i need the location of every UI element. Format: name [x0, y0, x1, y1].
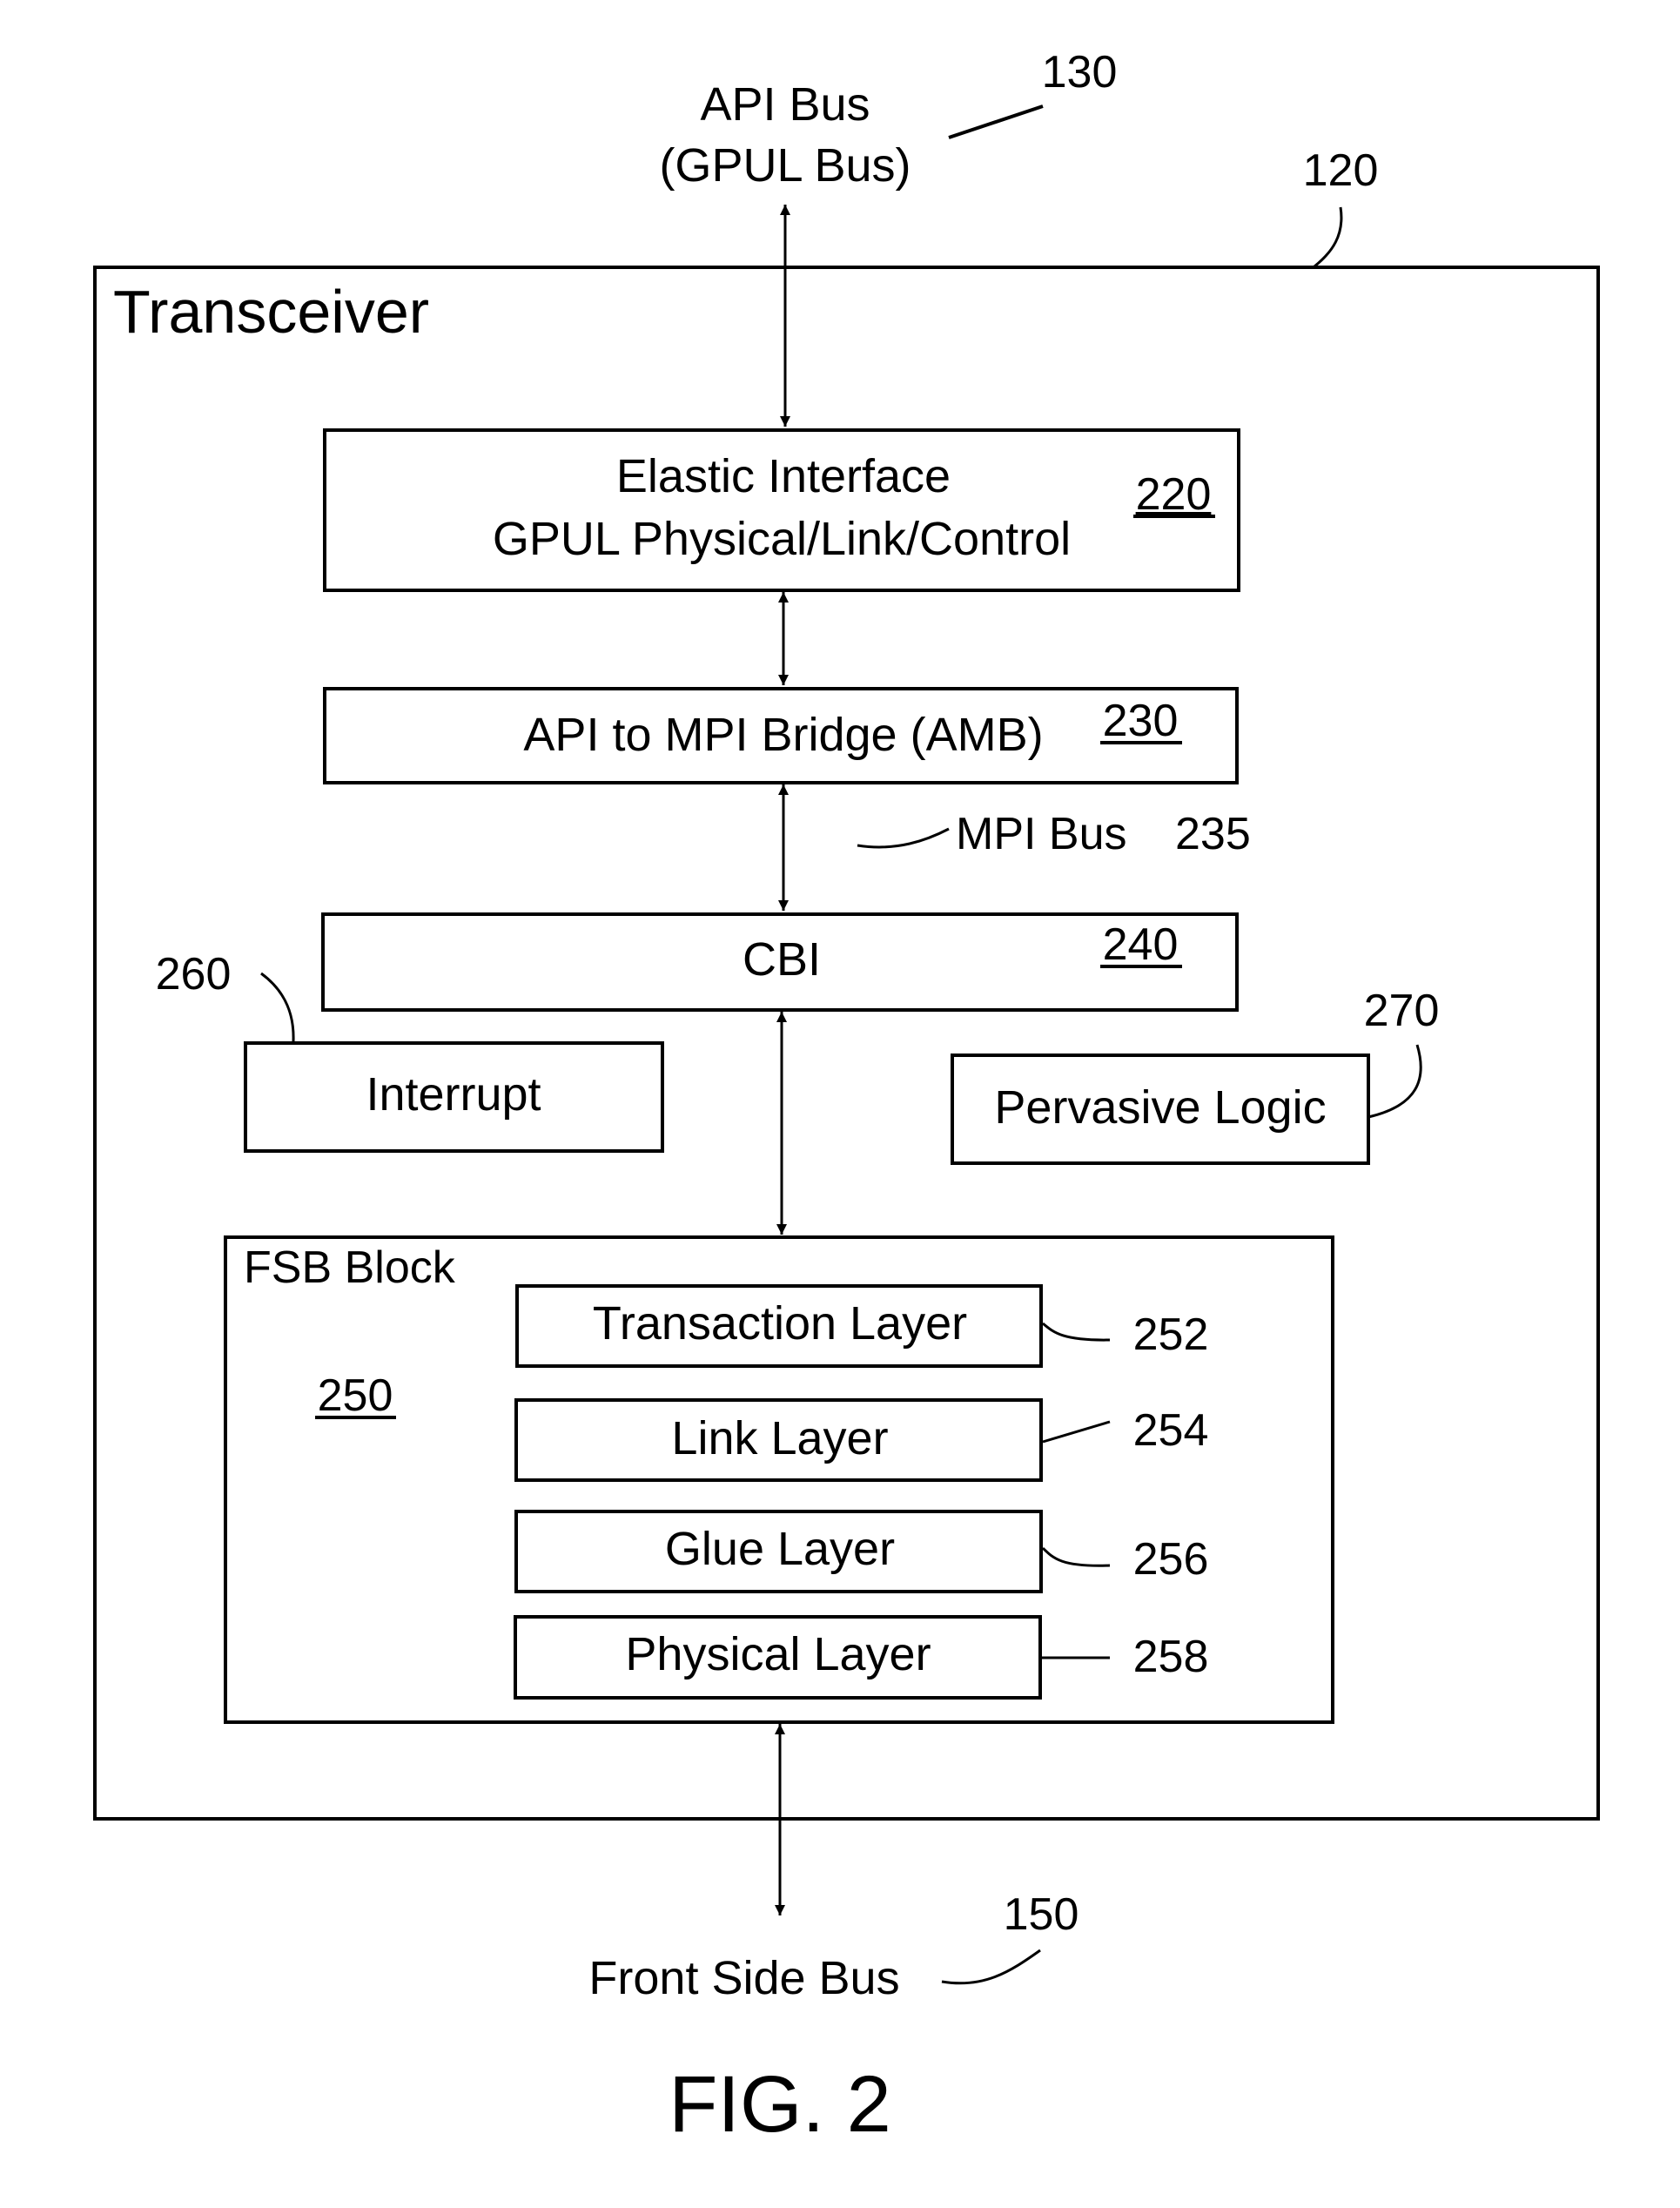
elastic-interface-line2: GPUL Physical/Link/Control [493, 513, 1071, 565]
ref-235: 235 [1175, 809, 1251, 859]
link-layer-label: Link Layer [671, 1412, 888, 1464]
amb-label: API to MPI Bridge (AMB) [523, 709, 1043, 761]
leader-130 [948, 104, 1044, 139]
ref-270: 270 [1364, 986, 1440, 1036]
interrupt-label: Interrupt [366, 1068, 541, 1121]
front-side-bus-label: Front Side Bus [588, 1952, 899, 2004]
ref-260: 260 [156, 949, 232, 1000]
leader-260 [260, 972, 295, 1042]
cbi-label: CBI [743, 933, 821, 986]
ref-250: 250 [318, 1370, 393, 1421]
elastic-interface-line1: Elastic Interface [616, 450, 951, 502]
ref-256: 256 [1133, 1534, 1209, 1585]
ref-254: 254 [1133, 1405, 1209, 1456]
transceiver-title: Transceiver [113, 278, 429, 346]
physical-layer-label: Physical Layer [625, 1628, 931, 1680]
api-bus-label: API Bus (GPUL Bus) [659, 78, 911, 192]
glue-layer-label: Glue Layer [665, 1523, 895, 1575]
leader-150 [941, 1949, 1041, 1985]
ref-150: 150 [1004, 1889, 1079, 1940]
ref-120: 120 [1303, 145, 1379, 196]
ref-252: 252 [1133, 1309, 1209, 1360]
ref-240: 240 [1103, 919, 1179, 970]
leader-270 [1368, 1044, 1422, 1119]
leader-120 [1314, 206, 1343, 268]
pervasive-logic-label: Pervasive Logic [994, 1081, 1326, 1134]
diagram-canvas: API Bus (GPUL Bus) 130 120 Transceiver E… [93, 47, 1600, 2149]
transaction-layer-label: Transaction Layer [593, 1297, 967, 1350]
fsb-block-title: FSB Block [244, 1242, 456, 1293]
figure-caption: FIG. 2 [669, 2060, 891, 2149]
ref-230: 230 [1103, 696, 1179, 746]
leader-235 [857, 827, 950, 849]
ref-130: 130 [1042, 47, 1118, 98]
api-bus-line2: (GPUL Bus) [659, 139, 911, 192]
mpi-bus-label: MPI Bus [956, 809, 1127, 859]
api-bus-line1: API Bus [700, 78, 870, 131]
ref-258: 258 [1133, 1632, 1209, 1682]
ref-220: 220 [1136, 469, 1212, 520]
